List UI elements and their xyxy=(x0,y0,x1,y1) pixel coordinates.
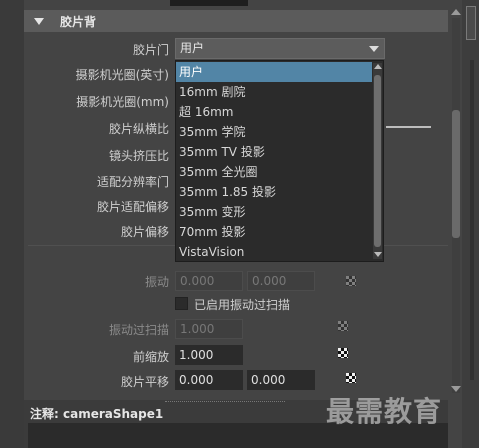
scroll-up-icon[interactable] xyxy=(374,64,382,69)
fit-resolution-gate-label: 适配分辨率门 xyxy=(96,175,169,189)
notes-label: 注释: cameraShape1 xyxy=(30,407,164,421)
watermark: 最需教育 xyxy=(326,395,443,428)
aspect-ratio-slider[interactable] xyxy=(386,126,431,128)
pre-scale-field[interactable]: 1.000 xyxy=(175,345,243,365)
film-gate-label: 胶片门 xyxy=(132,43,169,57)
scroll-up-icon[interactable] xyxy=(451,9,461,15)
film-gate-dropdown[interactable]: 用户 xyxy=(175,38,385,59)
main-scrollbar-thumb[interactable] xyxy=(452,110,460,238)
dropdown-scrollbar-thumb[interactable] xyxy=(374,75,381,247)
scroll-down-icon[interactable] xyxy=(451,386,461,392)
option-vistavision[interactable]: VistaVision xyxy=(176,242,372,262)
option-35mm-full-aperture[interactable]: 35mm 全光圈 xyxy=(176,162,372,182)
option-35mm-anamorphic[interactable]: 35mm 变形 xyxy=(176,202,372,222)
film-offset-label: 胶片偏移 xyxy=(120,225,169,239)
film-translate-label: 胶片平移 xyxy=(120,375,169,389)
shake-x-field[interactable]: 0.000 xyxy=(175,271,243,291)
side-tab[interactable] xyxy=(466,6,476,40)
option-35mm-academy[interactable]: 35mm 学院 xyxy=(176,122,372,142)
chevron-down-icon[interactable] xyxy=(369,46,379,52)
top-toolbar-edge xyxy=(170,0,248,6)
collapse-triangle-icon[interactable] xyxy=(34,17,44,25)
film-gate-value: 用户 xyxy=(180,41,205,55)
option-user[interactable]: 用户 xyxy=(176,62,372,82)
option-16mm-theatrical[interactable]: 16mm 剧院 xyxy=(176,82,372,102)
option-super-16mm[interactable]: 超 16mm xyxy=(176,102,372,122)
option-70mm-projection[interactable]: 70mm 投影 xyxy=(176,222,372,242)
map-button-icon[interactable] xyxy=(346,373,356,383)
camera-aperture-inch-label: 摄影机光圈(英寸) xyxy=(75,68,169,82)
shake-label: 振动 xyxy=(144,275,169,289)
film-fit-offset-label: 胶片适配偏移 xyxy=(96,200,169,214)
left-strip xyxy=(0,0,24,448)
camera-aperture-mm-label: 摄影机光圈(mm) xyxy=(76,95,169,109)
shake-overscan-field[interactable]: 1.000 xyxy=(175,319,243,339)
film-translate-x-field[interactable]: 0.000 xyxy=(175,370,243,390)
film-aspect-ratio-label: 胶片纵横比 xyxy=(108,122,169,136)
side-divider xyxy=(470,60,474,380)
pre-scale-label: 前缩放 xyxy=(132,350,169,364)
shake-y-field[interactable]: 0.000 xyxy=(247,271,315,291)
film-gate-options-list[interactable]: 用户 16mm 剧院 超 16mm 35mm 学院 35mm TV 投影 35m… xyxy=(175,60,384,262)
film-translate-y-field[interactable]: 0.000 xyxy=(247,370,315,390)
section-header-film-back[interactable]: 胶片背 xyxy=(24,10,448,32)
map-button-icon[interactable] xyxy=(346,276,356,286)
option-35mm-185-projection[interactable]: 35mm 1.85 投影 xyxy=(176,182,372,202)
shake-overscan-label: 振动过扫描 xyxy=(108,323,169,337)
lens-squeeze-ratio-label: 镜头挤压比 xyxy=(108,149,169,163)
map-button-icon[interactable] xyxy=(338,321,348,331)
map-button-icon[interactable] xyxy=(338,348,348,358)
shake-enabled-checkbox[interactable] xyxy=(175,297,188,310)
resize-handle[interactable] xyxy=(165,401,285,402)
shake-enabled-label: 已启用振动过扫描 xyxy=(194,298,291,312)
option-35mm-tv-projection[interactable]: 35mm TV 投影 xyxy=(176,142,372,162)
section-title: 胶片背 xyxy=(60,14,97,29)
scroll-down-icon[interactable] xyxy=(374,252,382,257)
